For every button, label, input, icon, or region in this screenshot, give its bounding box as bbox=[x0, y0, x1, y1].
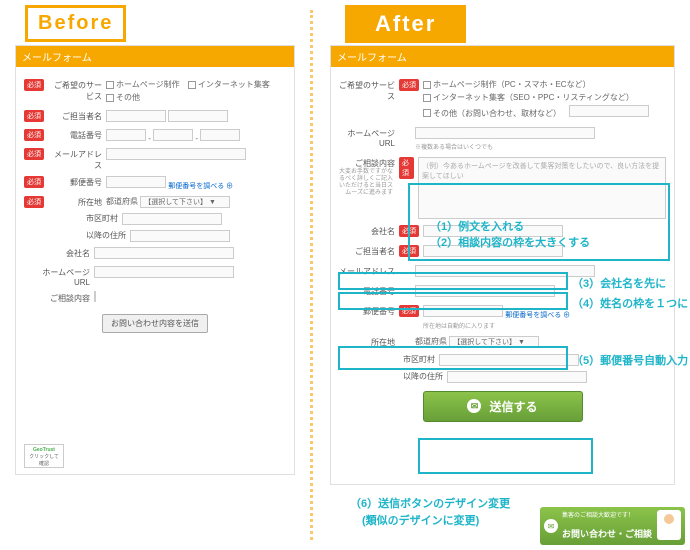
required-badge: 必須 bbox=[399, 157, 414, 179]
before-heading: Before bbox=[25, 5, 126, 42]
textarea-content[interactable] bbox=[94, 291, 96, 302]
input-url[interactable] bbox=[94, 266, 234, 278]
input-phone2[interactable] bbox=[153, 129, 193, 141]
required-badge: 必須 bbox=[399, 225, 419, 237]
input-firstname[interactable] bbox=[168, 110, 228, 122]
submit-button-new[interactable]: ✉送信する bbox=[423, 391, 583, 422]
divider bbox=[310, 10, 313, 540]
input-phone3[interactable] bbox=[200, 129, 240, 141]
required-badge: 必須 bbox=[24, 79, 44, 91]
after-panel: メールフォーム ご希望のサービス 必須 ホームページ制作（PC・スマホ・ECなど… bbox=[330, 45, 675, 485]
input-postal[interactable] bbox=[106, 176, 166, 188]
avatar bbox=[657, 510, 681, 540]
input-company[interactable] bbox=[94, 247, 234, 259]
input-lastname[interactable] bbox=[106, 110, 166, 122]
postal-lookup-link[interactable]: 郵便番号を調べる ⊕ bbox=[168, 183, 233, 190]
label-url: ホームページURL bbox=[36, 266, 94, 287]
mail-icon: ✉ bbox=[544, 519, 558, 533]
annotation-4: （4）姓名の枠を１つに bbox=[572, 295, 688, 311]
required-badge: 必須 bbox=[24, 110, 44, 122]
input-other[interactable] bbox=[569, 105, 649, 117]
form-title-bar: メールフォーム bbox=[331, 46, 674, 67]
postal-lookup-link[interactable]: 郵便番号を調べる ⊕ bbox=[505, 312, 570, 319]
label-phone: 電話番号 bbox=[339, 285, 399, 297]
annotation-3: （3）会社名を先に bbox=[572, 275, 666, 291]
label-phone: 電話番号 bbox=[48, 129, 106, 141]
label-postal: 郵便番号 bbox=[48, 176, 106, 188]
input-email[interactable] bbox=[415, 265, 595, 277]
cta-line2: お問い合わせ・ご相談 bbox=[562, 527, 652, 540]
checkbox-other[interactable]: その他 bbox=[106, 92, 140, 103]
label-company: 会社名 bbox=[339, 225, 399, 237]
label-postal: 郵便番号 bbox=[339, 305, 399, 317]
annotation-6b: (類似のデザインに変更) bbox=[362, 512, 479, 528]
form-title-bar: メールフォーム bbox=[16, 46, 294, 67]
select-pref[interactable]: 【選択して下さい】 ▼ bbox=[140, 196, 230, 208]
annotation-6a: （6）送信ボタンのデザイン変更 bbox=[350, 495, 510, 511]
checkbox-hp[interactable]: ホームページ制作 bbox=[106, 79, 180, 90]
label-service: ご希望のサービス bbox=[48, 79, 106, 102]
required-badge: 必須 bbox=[399, 245, 419, 257]
checkbox-hp[interactable]: ホームページ制作（PC・スマホ・ECなど） bbox=[423, 79, 591, 90]
label-address: 所在地 bbox=[48, 196, 106, 208]
annotation-5: （5）郵便番号自動入力 bbox=[572, 352, 688, 368]
label-service: ご希望のサービス bbox=[339, 79, 399, 102]
row-url: ホームページURL ※複数ある場合はいくつでも bbox=[339, 127, 666, 151]
cta-button[interactable]: ✉ 集客のご相談大歓迎です！ お問い合わせ・ご相談 bbox=[540, 507, 685, 545]
submit-button-old[interactable]: お問い合わせ内容を送信 bbox=[102, 314, 208, 333]
input-phone[interactable] bbox=[415, 285, 555, 297]
row-name: 必須 ご担当者名 bbox=[24, 110, 286, 124]
label-company: 会社名 bbox=[36, 247, 94, 259]
row-content: ご相談内容 bbox=[24, 292, 286, 304]
input-city[interactable] bbox=[122, 213, 222, 225]
row-email: 必須 メールアドレス bbox=[24, 148, 286, 171]
required-badge: 必須 bbox=[24, 129, 44, 141]
after-heading: After bbox=[345, 5, 466, 43]
required-badge: 必須 bbox=[399, 305, 419, 317]
textarea-content[interactable]: （例）今あるホームページを改善して集客対策をしたいので、良い方法を提案してほしい bbox=[418, 157, 666, 219]
label-name: ご担当者名 bbox=[48, 110, 106, 122]
checkbox-net[interactable]: インターネット集客（SEO・PPC・リスティングなど） bbox=[423, 92, 634, 103]
input-addr-line[interactable] bbox=[130, 230, 230, 242]
input-city[interactable] bbox=[439, 354, 579, 366]
before-panel: メールフォーム 必須 ご希望のサービス ホームページ制作 インターネット集客 そ… bbox=[15, 45, 295, 475]
ssl-seal[interactable]: GeoTrustクリックして確認 bbox=[24, 444, 64, 468]
row-service: 必須 ご希望のサービス ホームページ制作 インターネット集客 その他 bbox=[24, 79, 286, 105]
row-content: ご相談内容 大変お手数ですがなるべく詳しくご記入いただけると当日スムーズに進みま… bbox=[339, 157, 666, 219]
row-url: ホームページURL bbox=[24, 266, 286, 287]
label-email: メールアドレス bbox=[339, 265, 399, 277]
cta-line1: 集客のご相談大歓迎です！ bbox=[562, 510, 634, 519]
required-badge: 必須 bbox=[24, 176, 44, 188]
required-badge: 必須 bbox=[24, 148, 44, 160]
row-address: 必須 所在地 都道府県 【選択して下さい】 ▼ bbox=[24, 196, 286, 208]
row-company: 会社名 bbox=[24, 247, 286, 261]
label-url: ホームページURL bbox=[339, 127, 399, 148]
required-badge: 必須 bbox=[24, 196, 44, 208]
label-email: メールアドレス bbox=[48, 148, 106, 171]
input-addr-line[interactable] bbox=[447, 371, 587, 383]
annotation-1: （1）例文を入れる bbox=[430, 218, 524, 234]
required-badge: 必須 bbox=[399, 79, 419, 91]
checkbox-other[interactable]: その他（お問い合わせ、取材など） bbox=[423, 108, 561, 119]
label-address: 所在地 bbox=[339, 336, 399, 348]
select-pref[interactable]: 【選択して下さい】 ▼ bbox=[449, 336, 539, 348]
input-postal[interactable] bbox=[423, 305, 503, 317]
row-postal: 必須 郵便番号 郵便番号を調べる ⊕ bbox=[24, 176, 286, 191]
mail-icon: ✉ bbox=[467, 399, 481, 413]
row-service: ご希望のサービス 必須 ホームページ制作（PC・スマホ・ECなど） インターネッ… bbox=[339, 79, 666, 121]
label-content: ご相談内容 bbox=[36, 292, 94, 304]
annotation-2: （2）相談内容の枠を大きくする bbox=[430, 234, 590, 250]
input-url[interactable] bbox=[415, 127, 595, 139]
checkbox-net[interactable]: インターネット集客 bbox=[188, 79, 270, 90]
row-address: 所在地 都道府県 【選択して下さい】 ▼ bbox=[339, 336, 666, 348]
input-email[interactable] bbox=[106, 148, 246, 160]
label-name: ご担当者名 bbox=[339, 245, 399, 257]
label-content: ご相談内容 bbox=[339, 157, 399, 169]
row-phone: 必須 電話番号 - - bbox=[24, 129, 286, 143]
input-phone1[interactable] bbox=[106, 129, 146, 141]
